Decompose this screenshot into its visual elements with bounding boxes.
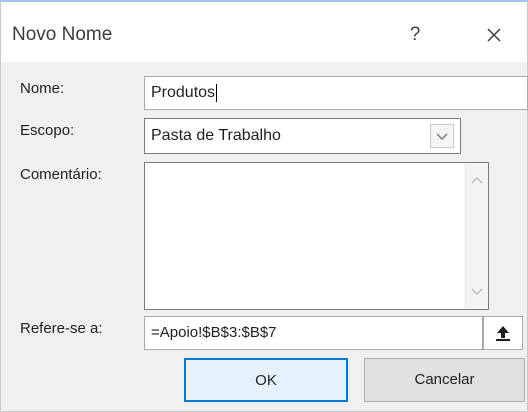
scroll-up-icon[interactable] xyxy=(471,175,483,185)
help-button[interactable]: ? xyxy=(397,20,433,50)
scope-dropdown-button[interactable] xyxy=(430,124,454,148)
dialog-title-bar: Novo Nome ? xyxy=(1,2,527,62)
dialog-title: Novo Nome xyxy=(12,24,113,45)
comment-textarea[interactable] xyxy=(144,162,489,310)
refers-to-input[interactable]: =Apoio!$B$3:$B$7 xyxy=(144,316,483,350)
comment-scrollbar[interactable] xyxy=(465,163,488,309)
name-label: Nome: xyxy=(20,80,65,97)
scope-select[interactable]: Pasta de Trabalho xyxy=(144,118,461,154)
close-icon xyxy=(487,28,501,42)
dropdown-chevron-icon xyxy=(436,133,448,141)
refers-to-value: =Apoio!$B$3:$B$7 xyxy=(151,324,277,341)
ok-button[interactable]: OK xyxy=(184,358,348,402)
scope-value: Pasta de Trabalho xyxy=(151,127,281,144)
close-button[interactable] xyxy=(476,20,512,50)
text-caret xyxy=(216,83,218,102)
comment-label: Comentário: xyxy=(20,166,102,183)
name-value: Produtos xyxy=(151,84,216,101)
help-icon: ? xyxy=(409,24,421,45)
cancel-button[interactable]: Cancelar xyxy=(364,358,525,402)
scroll-down-icon[interactable] xyxy=(471,287,483,297)
new-name-dialog: Novo Nome ? Nome: Produtos Escopo: Pasta… xyxy=(0,0,528,412)
scope-label: Escopo: xyxy=(20,122,75,139)
collapse-dialog-icon xyxy=(496,326,510,341)
collapse-dialog-button[interactable] xyxy=(483,316,523,350)
name-input[interactable]: Produtos xyxy=(144,76,528,110)
refers-to-label: Refere-se a: xyxy=(20,320,103,337)
